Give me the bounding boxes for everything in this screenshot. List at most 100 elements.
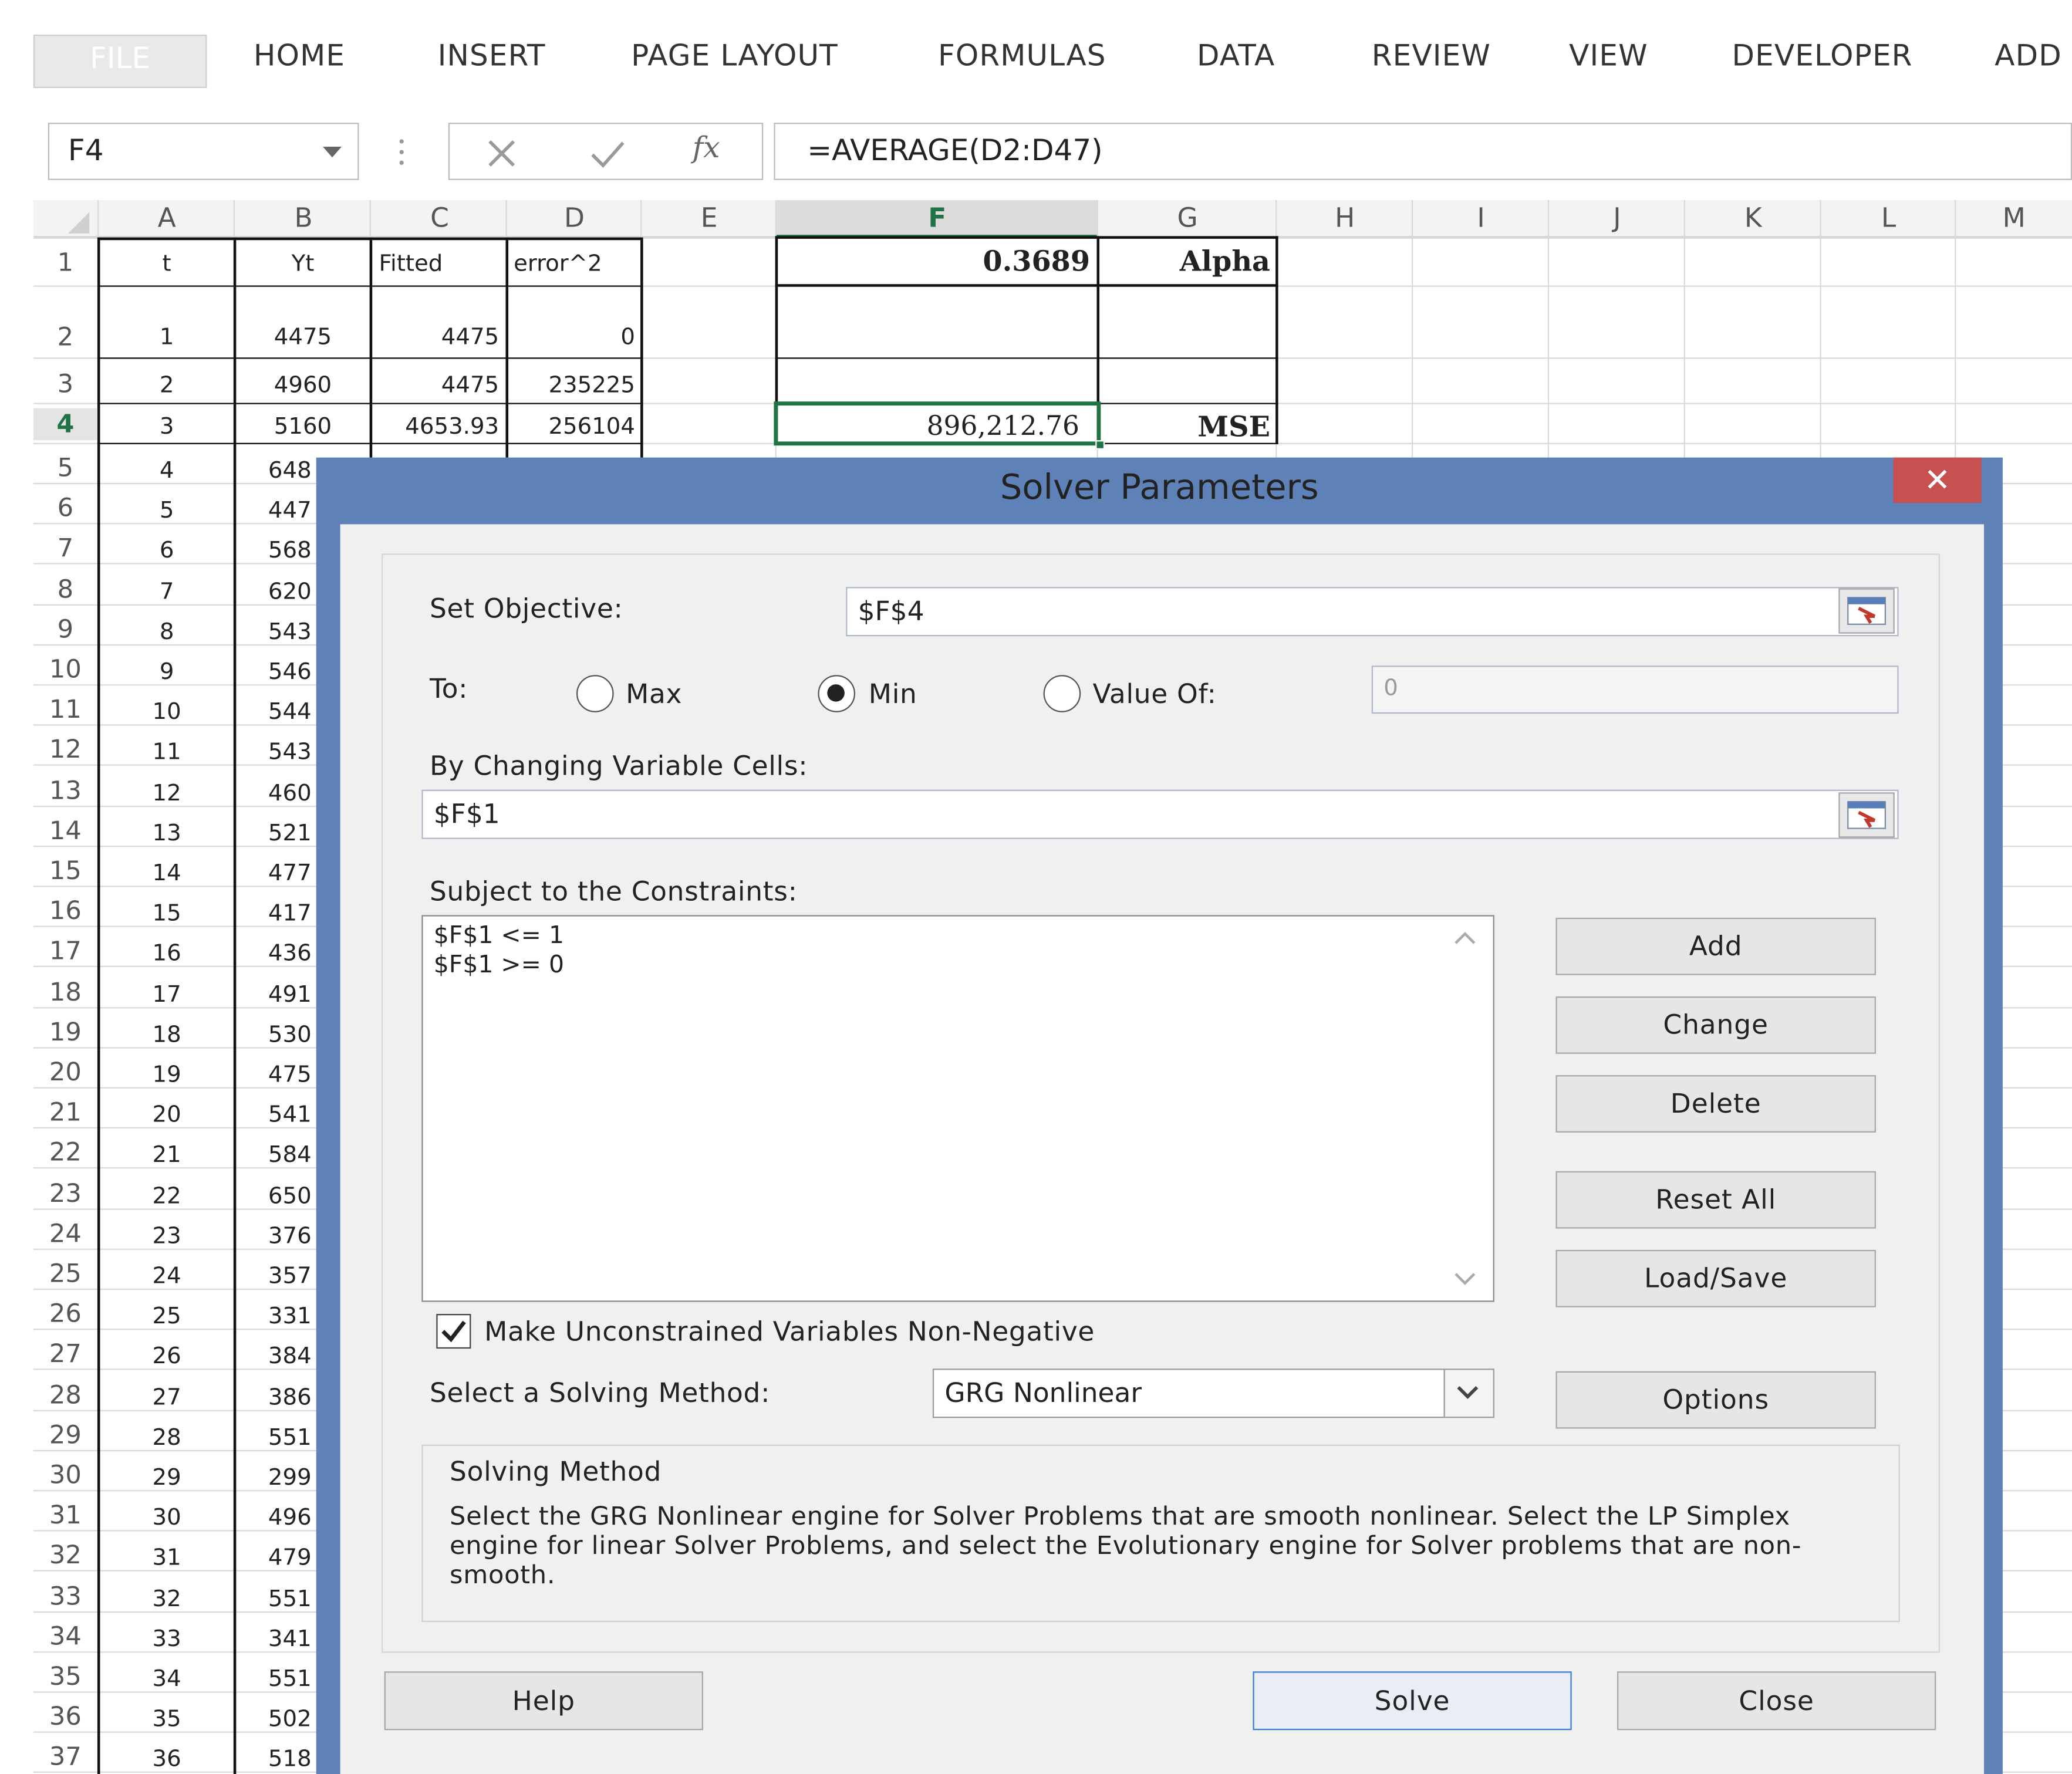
cell-a4[interactable]: 3	[100, 414, 233, 440]
formula-input[interactable]: =AVERAGE(D2:D47)	[774, 123, 2072, 180]
cell-t[interactable]: 23	[100, 1223, 233, 1249]
max-radio[interactable]	[576, 675, 614, 712]
column-header[interactable]: E	[642, 197, 777, 237]
cell-t[interactable]: 13	[100, 820, 233, 846]
row-header[interactable]: 13	[33, 776, 97, 805]
function-icon[interactable]: fx	[693, 132, 720, 165]
cell-yt[interactable]: 518	[268, 1746, 312, 1773]
cell-t[interactable]: 36	[100, 1746, 233, 1773]
cell-t[interactable]: 5	[100, 498, 233, 524]
row-header[interactable]: 34	[33, 1622, 97, 1651]
value-of-radio[interactable]	[1043, 675, 1081, 712]
cell-yt[interactable]: 341	[268, 1626, 312, 1652]
cell-yt[interactable]: 491	[268, 981, 312, 1008]
cell-yt[interactable]: 551	[268, 1424, 312, 1451]
cell-t[interactable]: 6	[100, 538, 233, 565]
row-header[interactable]: 33	[33, 1582, 97, 1611]
ribbon-tab-view[interactable]: VIEW	[1569, 40, 1648, 73]
cell-yt[interactable]: 543	[268, 619, 312, 645]
close-icon[interactable]: ✕	[1893, 457, 1982, 503]
constraint-item[interactable]: $F$1 >= 0	[434, 951, 1493, 981]
cell-d3[interactable]: 235225	[508, 372, 635, 398]
cell-yt[interactable]: 299	[268, 1465, 312, 1491]
column-header[interactable]: G	[1098, 197, 1277, 237]
cell-yt[interactable]: 331	[268, 1303, 312, 1330]
row-header[interactable]: 9	[33, 614, 97, 644]
cell-yt[interactable]: 521	[268, 820, 312, 846]
cell-t[interactable]: 25	[100, 1303, 233, 1330]
cell-yt[interactable]: 551	[268, 1666, 312, 1692]
row-header[interactable]: 36	[33, 1702, 97, 1732]
column-header[interactable]: C	[372, 197, 507, 237]
cell-yt[interactable]: 357	[268, 1263, 312, 1290]
column-header[interactable]: K	[1685, 197, 1821, 237]
cell-yt[interactable]: 386	[268, 1384, 312, 1411]
row-header[interactable]: 20	[33, 1058, 97, 1087]
row-header[interactable]: 25	[33, 1259, 97, 1289]
cell-t[interactable]: 30	[100, 1505, 233, 1531]
row-header[interactable]: 7	[33, 534, 97, 563]
help-button[interactable]: Help	[384, 1671, 703, 1731]
column-header[interactable]: B	[235, 197, 372, 237]
cell-yt[interactable]: 417	[268, 901, 312, 927]
row-header[interactable]: 16	[33, 897, 97, 926]
row-header[interactable]: 28	[33, 1380, 97, 1410]
add-button[interactable]: Add	[1555, 917, 1876, 975]
cell-t[interactable]: 17	[100, 981, 233, 1008]
cell-yt[interactable]: 530	[268, 1022, 312, 1048]
row-header[interactable]: 24	[33, 1219, 97, 1248]
cell-yt[interactable]: 477	[268, 860, 312, 887]
cell-t[interactable]: 31	[100, 1545, 233, 1572]
row-header[interactable]: 12	[33, 735, 97, 765]
cell-t[interactable]: 11	[100, 739, 233, 766]
ribbon-tab-page-layout[interactable]: PAGE LAYOUT	[631, 40, 838, 73]
ribbon-tab-add[interactable]: ADD	[1995, 40, 2062, 73]
column-header[interactable]: J	[1549, 197, 1685, 237]
cell-yt[interactable]: 543	[268, 739, 312, 766]
row-header[interactable]: 21	[33, 1098, 97, 1127]
cell-yt[interactable]: 502	[268, 1707, 312, 1733]
row-header[interactable]: 4	[33, 408, 97, 441]
column-header[interactable]: I	[1413, 197, 1549, 237]
cell-a3[interactable]: 2	[100, 372, 233, 398]
ribbon-tab-data[interactable]: DATA	[1197, 40, 1275, 73]
cell-yt[interactable]: 650	[268, 1182, 312, 1209]
cell-t[interactable]: 27	[100, 1384, 233, 1411]
cell-t[interactable]: 9	[100, 659, 233, 685]
cell-c3[interactable]: 4475	[372, 372, 499, 398]
row-header[interactable]: 2	[33, 323, 97, 352]
column-header[interactable]: M	[1956, 197, 2072, 237]
cell-t[interactable]: 35	[100, 1707, 233, 1733]
cell-g1[interactable]: Alpha	[1102, 244, 1270, 278]
cell-yt[interactable]: 551	[268, 1586, 312, 1612]
scroll-down-icon[interactable]	[1453, 1271, 1477, 1287]
cell-yt[interactable]: 541	[268, 1102, 312, 1128]
reset-all-button[interactable]: Reset All	[1555, 1171, 1876, 1229]
options-button[interactable]: Options	[1555, 1371, 1876, 1429]
cell-a1[interactable]: t	[100, 251, 233, 277]
cell-t[interactable]: 12	[100, 780, 233, 806]
row-header[interactable]: 32	[33, 1541, 97, 1570]
cell-yt[interactable]: 544	[268, 700, 312, 726]
cell-yt[interactable]: 479	[268, 1545, 312, 1572]
column-header[interactable]: A	[100, 197, 233, 237]
cell-t[interactable]: 34	[100, 1666, 233, 1692]
change-button[interactable]: Change	[1555, 996, 1876, 1054]
cell-t[interactable]: 22	[100, 1182, 233, 1209]
cell-f1[interactable]: 0.3689	[781, 244, 1090, 278]
row-header[interactable]: 14	[33, 816, 97, 846]
chevron-down-icon[interactable]	[323, 147, 342, 158]
column-header[interactable]: H	[1277, 197, 1413, 237]
cell-t[interactable]: 15	[100, 901, 233, 927]
close-button[interactable]: Close	[1617, 1671, 1936, 1731]
select-all-icon[interactable]	[67, 211, 91, 235]
scroll-up-icon[interactable]	[1453, 930, 1477, 945]
row-header[interactable]: 3	[33, 370, 97, 399]
row-header[interactable]: 11	[33, 695, 97, 725]
cell-yt[interactable]: 436	[268, 941, 312, 967]
cell-t[interactable]: 24	[100, 1263, 233, 1290]
row-header[interactable]: 8	[33, 575, 97, 604]
cell-yt[interactable]: 568	[268, 538, 312, 565]
cell-yt[interactable]: 447	[268, 498, 312, 524]
column-header[interactable]: D	[507, 197, 642, 237]
